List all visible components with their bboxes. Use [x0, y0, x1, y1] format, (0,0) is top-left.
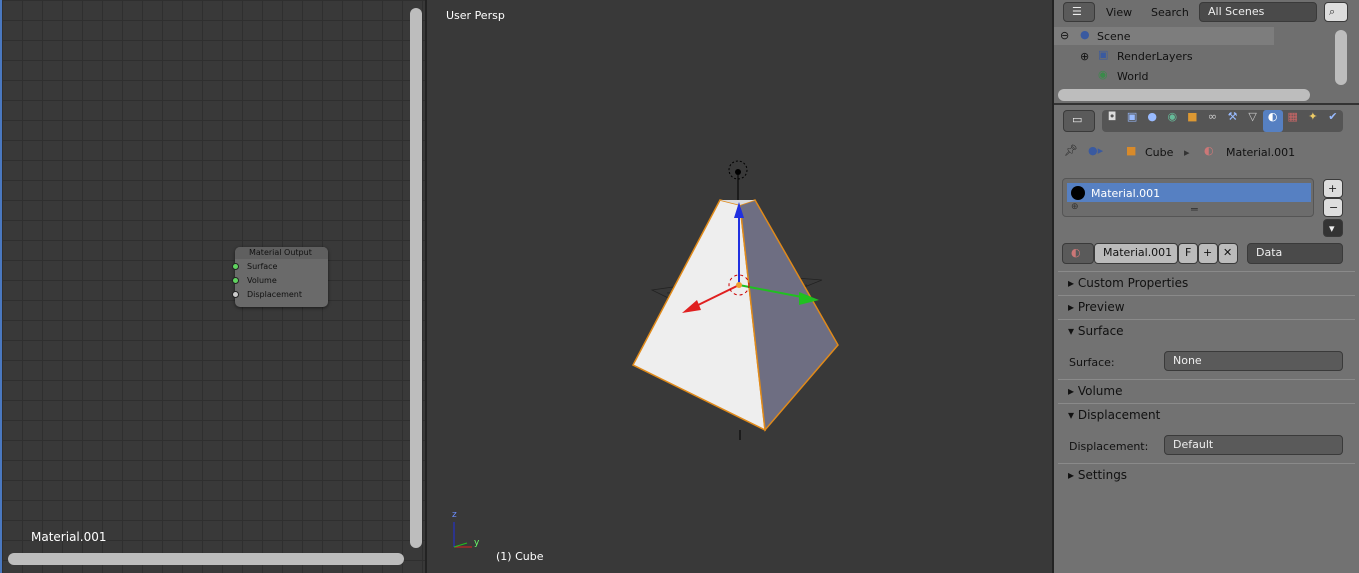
- modifiers-tab-icon[interactable]: ⚒: [1222, 110, 1242, 132]
- scene-breadcrumb-icon: ●▸: [1088, 144, 1104, 157]
- volume-socket[interactable]: [232, 277, 239, 284]
- unlink-material-button[interactable]: ✕: [1218, 243, 1238, 264]
- axis-y-label: y: [474, 538, 480, 548]
- renderlayers-item[interactable]: RenderLayers: [1117, 50, 1193, 63]
- slot-specials-button[interactable]: ▾: [1323, 219, 1343, 237]
- preview-panel[interactable]: ▸ Preview: [1058, 295, 1355, 317]
- socket-label: Displacement: [247, 290, 302, 299]
- axis-z-label: z: [452, 510, 457, 520]
- render-layers-tab-icon[interactable]: ▣: [1122, 110, 1142, 132]
- 3d-viewport[interactable]: User Persp z y (1) Cube: [427, 0, 1052, 573]
- object-tab-icon[interactable]: ■: [1182, 110, 1202, 132]
- world-icon: ◉: [1098, 68, 1108, 81]
- search-menu[interactable]: Search: [1151, 6, 1189, 19]
- material-browse-button[interactable]: ◐: [1062, 243, 1094, 264]
- world-item[interactable]: World: [1117, 70, 1149, 83]
- object-label: (1) Cube: [496, 550, 544, 563]
- displacement-panel[interactable]: ▾ Displacement: [1058, 403, 1355, 425]
- material-tab-icon[interactable]: ◐: [1262, 110, 1283, 132]
- outliner: ☰ View Search All Scenes ⌕ ⊖ ● Scene ⊕ ▣…: [1054, 0, 1359, 105]
- horizontal-scrollbar[interactable]: [8, 553, 404, 565]
- constraints-tab-icon[interactable]: ∞: [1202, 110, 1222, 132]
- properties-context-tabs: ◘ ▣ ● ◉ ■ ∞ ⚒ ▽ ◐ ▦ ✦ ✔: [1102, 110, 1343, 132]
- remove-slot-button[interactable]: −: [1323, 198, 1343, 217]
- pin-icon[interactable]: 📌︎: [1064, 144, 1078, 157]
- panel-title: Preview: [1077, 300, 1125, 314]
- scene-drawing: [453, 160, 839, 548]
- surface-panel[interactable]: ▾ Surface: [1058, 319, 1355, 341]
- panel-title: Surface: [1077, 324, 1124, 338]
- displacement-field[interactable]: Default: [1164, 435, 1343, 455]
- displacement-label: Displacement:: [1069, 440, 1149, 453]
- material-name-label: Material.001: [31, 530, 107, 544]
- displacement-socket[interactable]: [232, 291, 239, 298]
- search-icon[interactable]: ⌕: [1324, 2, 1348, 22]
- collapse-icon[interactable]: ⊖: [1060, 29, 1069, 42]
- panel-title: Settings: [1077, 468, 1128, 482]
- data-tab-icon[interactable]: ▽: [1243, 110, 1263, 132]
- socket-label: Surface: [247, 262, 278, 271]
- particles-tab-icon[interactable]: ✦: [1303, 110, 1323, 132]
- outliner-vscrollbar[interactable]: [1335, 30, 1347, 85]
- material-name-field[interactable]: Material.001: [1094, 243, 1178, 264]
- settings-panel[interactable]: ▸ Settings: [1058, 463, 1355, 485]
- expand-icon[interactable]: ⊕: [1080, 50, 1089, 63]
- world-tab-icon[interactable]: ◉: [1162, 110, 1182, 132]
- right-panel: ☰ View Search All Scenes ⌕ ⊖ ● Scene ⊕ ▣…: [1054, 0, 1359, 573]
- texture-tab-icon[interactable]: ▦: [1283, 110, 1303, 132]
- outliner-hscrollbar[interactable]: [1058, 89, 1310, 101]
- fake-user-button[interactable]: F: [1178, 243, 1198, 264]
- material-slot-list[interactable]: Material.001 ⊕ ═: [1062, 178, 1314, 217]
- panel-title: Displacement: [1077, 408, 1161, 422]
- add-slot-button[interactable]: +: [1323, 179, 1343, 198]
- surface-shader-field[interactable]: None: [1164, 351, 1343, 371]
- view-menu[interactable]: View: [1106, 6, 1132, 19]
- custom-properties-panel[interactable]: ▸ Custom Properties: [1058, 271, 1355, 293]
- panel-title: Volume: [1077, 384, 1123, 398]
- surface-label: Surface:: [1069, 356, 1115, 369]
- breadcrumb-material: Material.001: [1226, 146, 1296, 159]
- surface-socket[interactable]: [232, 263, 239, 270]
- breadcrumb-arrow-icon: ▸: [1184, 146, 1190, 159]
- material-output-node[interactable]: Material Output Surface Volume Displacem…: [232, 247, 328, 307]
- panel-title: Custom Properties: [1077, 276, 1189, 290]
- scene-filter-dropdown[interactable]: All Scenes: [1199, 2, 1317, 22]
- node-editor[interactable]: Material Output Surface Volume Displacem…: [0, 0, 425, 573]
- render-layers-icon: ▣: [1098, 48, 1109, 61]
- scene-item[interactable]: Scene: [1097, 30, 1131, 43]
- material-slot-name[interactable]: Material.001: [1091, 187, 1160, 200]
- scene-tab-icon[interactable]: ●: [1142, 110, 1162, 132]
- socket-label: Volume: [247, 276, 277, 285]
- volume-panel[interactable]: ▸ Volume: [1058, 379, 1355, 401]
- material-icon: ◐: [1204, 144, 1214, 157]
- breadcrumb-object: Cube: [1145, 146, 1174, 159]
- list-expand-icon[interactable]: ⊕: [1071, 202, 1079, 212]
- node-title: Material Output: [235, 247, 328, 259]
- properties-editor-type-button[interactable]: ▭: [1063, 110, 1095, 132]
- render-tab-icon[interactable]: ◘: [1102, 110, 1122, 132]
- cube-icon: ■: [1126, 144, 1137, 157]
- physics-tab-icon[interactable]: ✔: [1323, 110, 1343, 132]
- new-material-button[interactable]: +: [1198, 243, 1218, 264]
- vertical-scrollbar[interactable]: [410, 8, 422, 548]
- material-swatch: [1071, 186, 1085, 200]
- scene-icon: ●: [1080, 28, 1090, 41]
- list-resize-handle[interactable]: ═: [1191, 203, 1198, 216]
- link-dropdown[interactable]: Data: [1247, 243, 1343, 264]
- editor-type-button[interactable]: ☰: [1063, 2, 1095, 22]
